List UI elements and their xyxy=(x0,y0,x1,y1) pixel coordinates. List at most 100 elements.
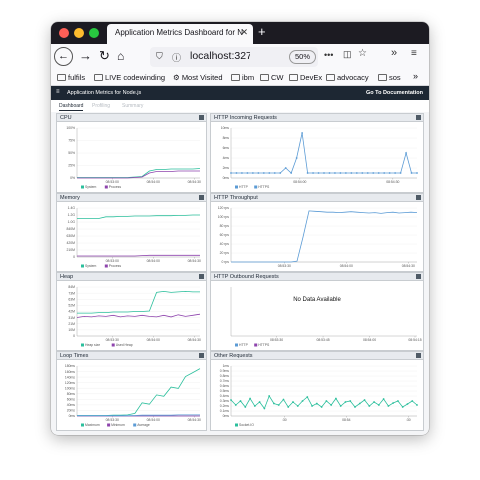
data-point xyxy=(416,404,418,406)
bookmark-folder[interactable]: CW xyxy=(260,73,284,82)
data-point xyxy=(339,172,342,174)
folder-icon xyxy=(94,74,103,81)
gear-icon: ⚙ xyxy=(173,73,182,82)
data-point xyxy=(241,172,243,174)
minimize-window-button[interactable] xyxy=(74,28,84,38)
data-point xyxy=(251,172,254,174)
site-info-icon[interactable]: ⓘ xyxy=(172,51,181,64)
tab-title: Application Metrics Dashboard for N xyxy=(115,28,244,37)
overflow-chevron-icon[interactable]: » xyxy=(391,47,397,59)
maximize-icon[interactable] xyxy=(199,353,204,358)
bookmark-folder[interactable]: DevEx xyxy=(289,73,322,82)
bookmark-folder[interactable]: advocacy xyxy=(326,73,369,82)
y-tick-label: 52M xyxy=(68,304,75,308)
folder-icon xyxy=(378,74,387,81)
y-tick-label: 50% xyxy=(68,151,75,155)
legend-swatch xyxy=(235,423,238,427)
data-point xyxy=(262,172,265,174)
y-tick-label: 0.2ms xyxy=(220,404,230,408)
legend-swatch xyxy=(81,264,84,268)
zoom-window-button[interactable] xyxy=(89,28,99,38)
home-button[interactable]: ⌂ xyxy=(117,48,124,64)
data-point xyxy=(311,405,313,407)
zoom-level[interactable]: 50% xyxy=(289,50,316,64)
maximize-icon[interactable] xyxy=(199,115,204,120)
y-tick-label: 8ms xyxy=(223,136,230,140)
x-tick-label: 08:54:30 xyxy=(386,180,399,184)
url-bar[interactable]: ⛉ ⓘ localhost:3276 50% xyxy=(150,47,318,67)
x-tick-label: 08:54:30 xyxy=(402,264,415,268)
browser-tab[interactable]: Application Metrics Dashboard for N ✕ xyxy=(107,24,253,44)
y-tick-label: 1.4G xyxy=(68,206,76,210)
legend-swatch xyxy=(111,343,115,347)
y-tick-label: 1.2G xyxy=(68,213,76,217)
forward-button[interactable]: → xyxy=(79,48,92,64)
maximize-icon[interactable] xyxy=(416,353,421,358)
legend-label: Used Heap xyxy=(116,343,133,347)
menu-icon[interactable]: ≡ xyxy=(411,48,417,59)
maximize-icon[interactable] xyxy=(416,274,421,279)
tab-close-icon[interactable]: ✕ xyxy=(240,27,248,38)
data-point xyxy=(328,172,331,174)
tab-profiling[interactable]: Profiling xyxy=(92,103,110,109)
data-point xyxy=(320,406,323,408)
panel-title: Heap xyxy=(57,273,206,281)
bookmark-folder[interactable]: fulfils xyxy=(57,73,85,82)
back-button[interactable]: ← xyxy=(54,47,73,66)
http-throughput-chart: 120 rps 100 rps 80 rps 60 rps 40 rps 20 rps 0 … xyxy=(218,206,418,268)
shield-icon[interactable]: ⛉ xyxy=(156,51,163,62)
new-tab-button[interactable]: + xyxy=(258,24,266,39)
legend-swatch xyxy=(254,343,258,347)
maximize-icon[interactable] xyxy=(416,115,421,120)
documentation-link[interactable]: Go To Documentation xyxy=(366,90,423,96)
bookmark-star-icon[interactable]: ☆ xyxy=(358,48,367,59)
app-title: Application Metrics for Node.js xyxy=(67,90,142,96)
folder-icon xyxy=(260,74,269,81)
x-tick-label: 08:54:30 xyxy=(188,418,201,422)
data-point xyxy=(406,403,409,405)
maximize-icon[interactable] xyxy=(199,274,204,279)
data-point xyxy=(344,401,347,403)
hamburger-menu-icon[interactable]: ≡ xyxy=(56,89,60,95)
y-tick-label: 630M xyxy=(67,234,76,238)
reload-button[interactable]: ↻ xyxy=(99,48,110,64)
data-point xyxy=(394,172,397,174)
data-point xyxy=(335,397,337,400)
bookmark-folder[interactable]: ⚙ Most Visited xyxy=(173,73,223,82)
panel-title: HTTP Throughput xyxy=(211,194,423,202)
url-text[interactable]: localhost:3276 xyxy=(190,50,250,62)
data-point xyxy=(323,172,325,174)
y-tick-label: 1ms xyxy=(223,364,230,368)
data-point xyxy=(325,400,328,402)
y-tick-label: 0 rps xyxy=(221,260,229,264)
y-tick-label: 420M xyxy=(67,241,76,245)
tab-summary[interactable]: Summary xyxy=(122,103,143,109)
pocket-icon[interactable]: ◫ xyxy=(343,49,352,60)
legend-label: HTTP xyxy=(239,343,249,347)
y-tick-label: 100% xyxy=(66,126,75,130)
data-point xyxy=(312,172,314,174)
tab-dashboard[interactable]: Dashboard xyxy=(59,103,84,111)
bookmark-folder[interactable]: LIVE codewinding xyxy=(94,73,165,82)
memory-chart: 1.4G 1.2G 1.0G 840M 630M 420M 210M 0 08:53:00 08:… xyxy=(67,206,201,268)
more-actions-icon[interactable]: ••• xyxy=(324,50,333,60)
x-tick-label: 08:54:15 xyxy=(408,338,421,342)
maximize-icon[interactable] xyxy=(199,195,204,200)
close-window-button[interactable] xyxy=(59,28,69,38)
data-point xyxy=(354,406,356,408)
bookmark-folder[interactable]: sos xyxy=(378,73,401,82)
http-outbound-panel: HTTP Outbound Requests No Data Available… xyxy=(210,272,424,351)
y-tick-label: 84M xyxy=(68,285,75,289)
x-tick-label: 08:54:00 xyxy=(147,259,160,263)
other-requests-panel: Other Requests 1ms 0.9ms 0.8ms 0.7ms 0.6ms 0.… xyxy=(210,351,424,431)
folder-icon xyxy=(57,74,66,81)
y-tick-label: 80 rps xyxy=(220,224,230,228)
data-point xyxy=(279,172,282,174)
legend-label: Process xyxy=(109,185,122,189)
maximize-icon[interactable] xyxy=(416,195,421,200)
legend-swatch xyxy=(254,185,258,189)
bookmark-folder[interactable]: ibm xyxy=(231,73,254,82)
bookmarks-overflow-icon[interactable]: » xyxy=(413,71,418,81)
x-tick-label: 08:54:00 xyxy=(147,338,160,342)
data-point xyxy=(399,172,402,174)
